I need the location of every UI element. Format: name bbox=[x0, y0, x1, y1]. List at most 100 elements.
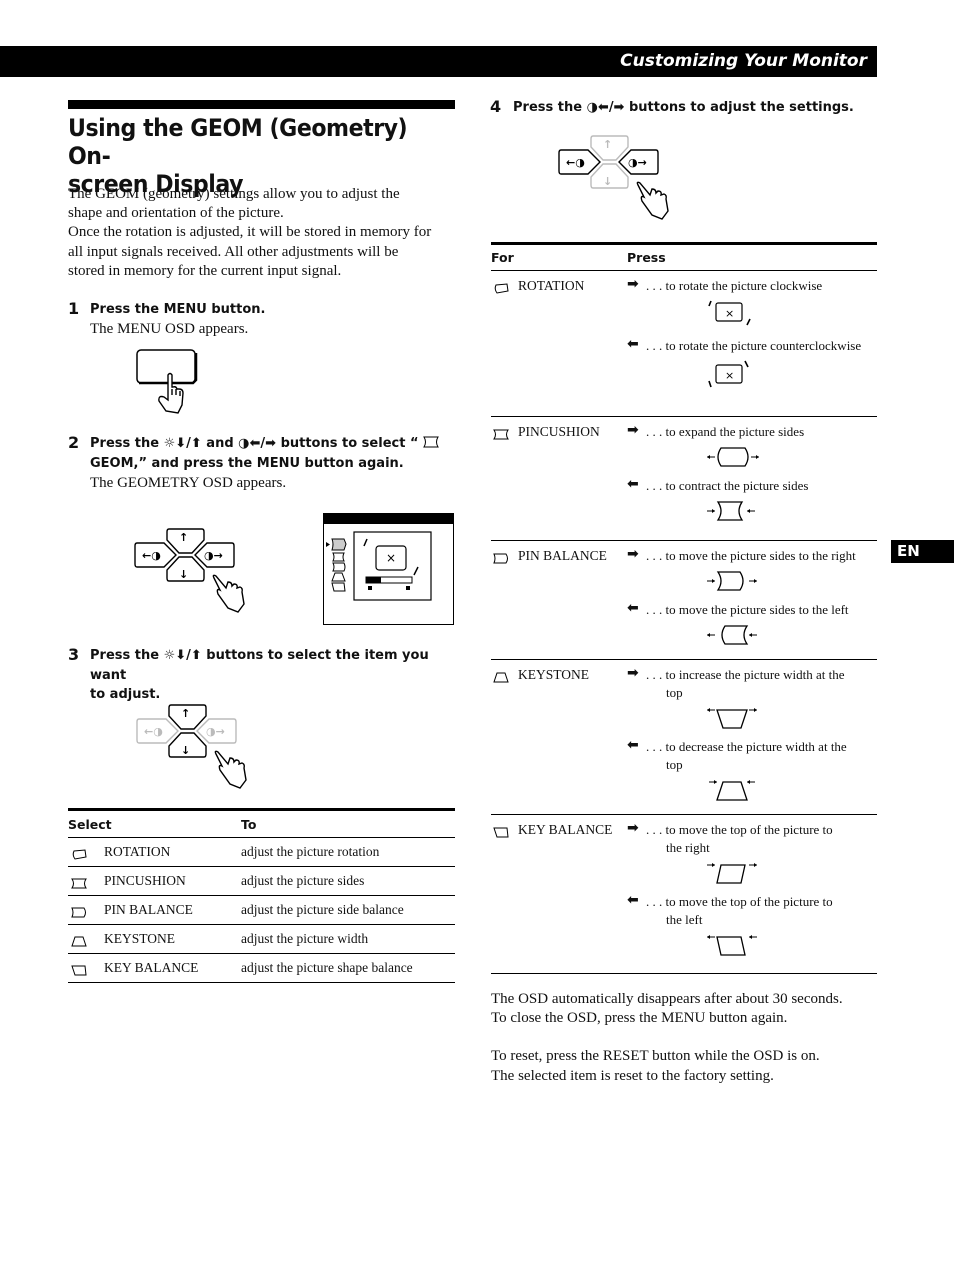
step-2-title: Press the ☼⬇/⬆ and ◑⬅/➡ buttons to selec… bbox=[90, 434, 460, 473]
select-table-row: KEY BALANCE adjust the picture shape bala… bbox=[68, 954, 455, 983]
press-table-row-keystone: KEYSTONE ➡ . . . to increase the picture w… bbox=[491, 660, 877, 815]
press-item-name: KEY BALANCE bbox=[518, 822, 613, 837]
adjust-diagram bbox=[705, 499, 765, 527]
page-title-line1: Using the GEOM (Geometry) On- bbox=[68, 114, 408, 170]
step-1-note: The MENU OSD appears. bbox=[90, 321, 249, 337]
pointing-hand-icon bbox=[636, 181, 669, 220]
up-arrow-icon: ↑ bbox=[181, 707, 190, 720]
osd-keystone-icon bbox=[331, 572, 346, 582]
rotation-icon bbox=[72, 849, 87, 860]
right-arrow-icon: ➡ bbox=[627, 276, 639, 292]
close-x-icon: × bbox=[386, 551, 396, 565]
rotation-icon bbox=[494, 283, 509, 294]
adjust-diagram bbox=[705, 933, 765, 963]
select-item-action: adjust the picture side balance bbox=[241, 902, 404, 917]
press-table: For Press ROTATION ➡ . . . to rotate the p… bbox=[491, 242, 877, 974]
select-item-action: adjust the picture rotation bbox=[241, 844, 380, 859]
step-4-number: 4 bbox=[490, 97, 502, 116]
adjust-diagram bbox=[705, 861, 765, 891]
right-arrow-icon: ➡ bbox=[627, 546, 639, 562]
up-arrow-icon: ↑ bbox=[603, 138, 612, 151]
pincushion-icon bbox=[423, 436, 439, 448]
left-arrow-icon: ←◑ bbox=[144, 725, 163, 738]
select-item-name: KEYSTONE bbox=[104, 931, 176, 946]
pin-balance-icon bbox=[493, 553, 508, 564]
brightness-down-up-icon: ☼⬇/⬆ bbox=[163, 648, 202, 663]
osd-rotation-icon bbox=[331, 538, 347, 551]
step-2-number: 2 bbox=[68, 433, 80, 452]
select-item-name: KEY BALANCE bbox=[104, 960, 199, 975]
press-right-action: . . . to rotate the picture clockwise bbox=[646, 278, 823, 293]
control-pad-illustration: ↑ ↓ ←◑ ◑→ bbox=[134, 528, 245, 613]
intro-line: shape and orientation of the picture. bbox=[68, 205, 284, 222]
key-balance-icon bbox=[71, 965, 87, 976]
press-right-action: . . . to move the picture sides to the r… bbox=[646, 548, 856, 563]
note-line: The OSD automatically disappears after a… bbox=[491, 991, 843, 1007]
press-table-header: For Press bbox=[491, 245, 877, 271]
step-1-number: 1 bbox=[68, 299, 80, 318]
note-line: To reset, press the RESET button while t… bbox=[491, 1048, 820, 1065]
language-tab: EN bbox=[891, 540, 954, 563]
step-1-title: Press the MENU button. bbox=[90, 302, 266, 317]
osd-pincushion-icon bbox=[332, 552, 345, 562]
control-pad-leftright-illustration: ↑ ↓ ←◑ ◑→ bbox=[558, 135, 669, 220]
section-title: Customizing Your Monitor bbox=[620, 51, 867, 71]
keystone-icon bbox=[493, 672, 509, 683]
osd-level-fill bbox=[366, 577, 381, 583]
adjust-diagram bbox=[705, 623, 765, 651]
adjust-diagram bbox=[705, 445, 765, 473]
press-left-action: . . . to move the picture sides to the l… bbox=[646, 602, 849, 617]
adjust-diagram bbox=[705, 569, 765, 597]
pincushion-icon bbox=[71, 878, 87, 889]
press-table-row-pin-balance: PIN BALANCE ➡ . . . to move the picture si… bbox=[491, 541, 877, 660]
select-item-action: adjust the picture sides bbox=[241, 873, 365, 888]
osd-key-balance-icon bbox=[331, 582, 346, 592]
press-item-name: PIN BALANCE bbox=[518, 548, 607, 563]
left-arrow-icon: ⬅ bbox=[627, 600, 639, 616]
osd-plus-button bbox=[406, 586, 410, 590]
up-arrow-icon: ↑ bbox=[179, 531, 188, 544]
footer-notes: The OSD automatically disappears after a… bbox=[491, 990, 931, 1086]
menu-button-shape bbox=[136, 349, 196, 384]
right-arrow-icon: ◑→ bbox=[204, 549, 223, 562]
intro-paragraph: The GEOM (geometry) settings allow you t… bbox=[68, 185, 460, 281]
step-3-title: Press the ☼⬇/⬆ buttons to select the ite… bbox=[90, 648, 429, 702]
press-table-row-key-balance: KEY BALANCE ➡ . . . to move the top of the… bbox=[491, 815, 877, 974]
adjust-diagram bbox=[705, 706, 765, 736]
pointing-hand-icon bbox=[212, 574, 245, 613]
contrast-left-right-icon: ◑⬅/➡ bbox=[586, 100, 625, 115]
left-arrow-icon: ⬅ bbox=[627, 476, 639, 492]
adjust-diagram: × bbox=[705, 359, 765, 393]
right-arrow-icon: ➡ bbox=[627, 820, 639, 836]
press-left-action: . . . to contract the picture sides bbox=[646, 478, 809, 493]
select-table-row: KEYSTONE adjust the picture width bbox=[68, 925, 455, 954]
step-4-title: Press the ◑⬅/➡ buttons to adjust the set… bbox=[513, 100, 854, 115]
osd-pin-balance-icon bbox=[332, 562, 346, 572]
press-item-name: PINCUSHION bbox=[518, 424, 600, 439]
press-right-action: . . . to move the top of the picture to t… bbox=[646, 822, 833, 855]
select-item-action: adjust the picture width bbox=[241, 931, 369, 946]
select-item-name: ROTATION bbox=[104, 844, 171, 859]
svg-text:×: × bbox=[725, 369, 734, 382]
select-table-header: Select To bbox=[68, 811, 455, 838]
right-arrow-icon: ➡ bbox=[627, 665, 639, 681]
left-arrow-icon: ⬅ bbox=[627, 737, 639, 753]
select-item-action: adjust the picture shape balance bbox=[241, 960, 413, 975]
press-item-name: ROTATION bbox=[518, 278, 585, 293]
intro-line: all input signals received. All other ad… bbox=[68, 243, 399, 260]
section-header-bar: Customizing Your Monitor bbox=[0, 46, 877, 77]
adjust-diagram: × bbox=[705, 299, 765, 333]
note-line: The selected item is reset to the factor… bbox=[491, 1067, 774, 1084]
step-3-number: 3 bbox=[68, 645, 80, 664]
osd-minus-button bbox=[368, 586, 372, 590]
select-table-row: PINCUSHION adjust the picture sides bbox=[68, 867, 455, 896]
down-arrow-icon: ↓ bbox=[181, 744, 190, 757]
left-arrow-icon: ←◑ bbox=[142, 549, 161, 562]
intro-line: stored in memory for the current input s… bbox=[68, 262, 342, 279]
press-item-name: KEYSTONE bbox=[518, 667, 590, 682]
right-arrow-icon: ◑→ bbox=[206, 725, 225, 738]
menu-button-illustration bbox=[136, 349, 198, 414]
svg-text:×: × bbox=[725, 307, 734, 320]
pincushion-icon bbox=[493, 429, 509, 440]
select-table-row: ROTATION adjust the picture rotation bbox=[68, 838, 455, 867]
